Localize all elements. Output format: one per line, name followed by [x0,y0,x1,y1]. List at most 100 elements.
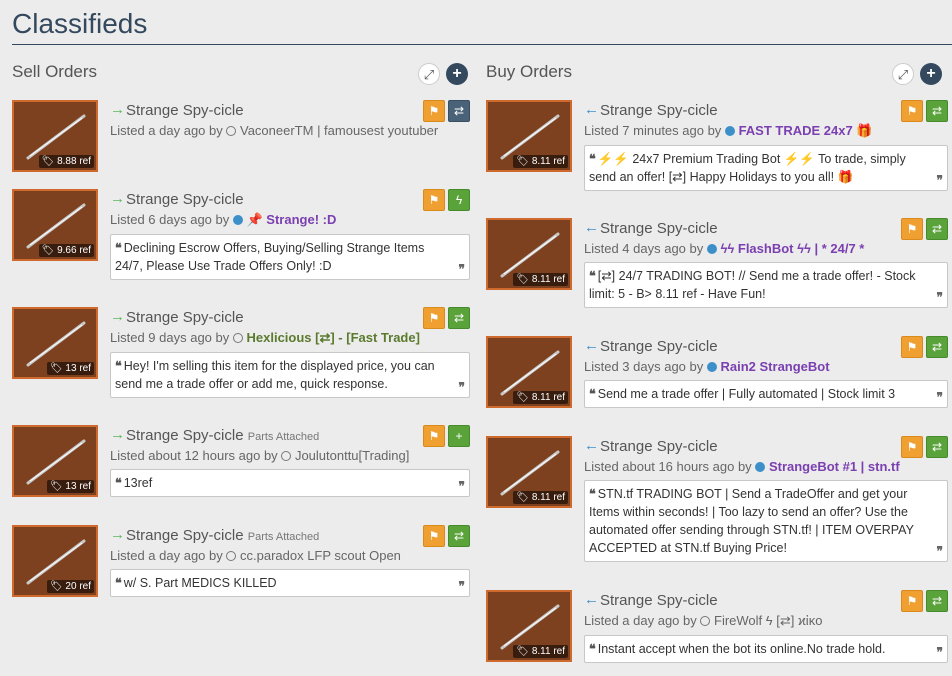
user-link[interactable]: StrangeBot #1 | stn.tf [769,459,900,474]
tag-icon: 🏷 [516,274,530,285]
item-thumbnail[interactable]: 🏷 8.11 ref [486,336,572,408]
price-value: 8.11 ref [531,274,565,285]
buy-arrow-icon: ← [584,437,599,454]
buy-arrow-icon: ← [584,591,599,608]
flag-icon[interactable]: ⚑ [423,100,445,122]
flag-icon[interactable]: ⚑ [901,436,923,458]
item-name[interactable]: Strange Spy-cicle [600,438,718,455]
details-text: ⚡⚡ 24x7 Premium Trading Bot ⚡⚡ To trade,… [589,152,906,184]
price-tag: 🏷 8.88 ref [38,155,94,168]
online-status-icon [706,362,717,372]
item-name[interactable]: Strange Spy-cicle [126,309,244,326]
listed-info: Listed 9 days ago by Hexlicious [⇄] - [F… [110,330,420,345]
price-value: 8.11 ref [531,392,565,403]
trade-button[interactable]: ⇄ [926,100,948,122]
trade-button[interactable]: ⇄ [926,436,948,458]
sell-orders-title: Sell Orders [12,62,98,81]
buy-listing: 🏷 8.11 ref ← Strange Spy-cicle ⚑ ⇄ Liste… [486,590,948,670]
item-thumbnail[interactable]: 🏷 13 ref [12,307,98,379]
details-text: 13ref [123,476,153,490]
trade-button[interactable]: ⇄ [926,590,948,612]
item-thumbnail[interactable]: 🏷 8.11 ref [486,590,572,662]
lightning-icon[interactable]: ϟ [448,189,470,211]
tag-icon: 🏷 [41,156,55,167]
tag-icon: 🏷 [49,581,63,592]
flag-icon[interactable]: ⚑ [901,218,923,240]
tag-icon: 🏷 [49,363,63,374]
listing-details: ❝ Declining Escrow Offers, Buying/Selling… [110,234,470,280]
sell-listing: 🏷 13 ref → Strange Spy-cicle ⚑ ⇄ Listed … [12,307,470,403]
user-link[interactable]: Hexlicious [⇄] - [Fast Trade] [247,330,420,345]
offline-status-icon [700,616,711,626]
listing-details: ❝ Send me a trade offer | Fully automated… [584,380,948,408]
add-buy-order-button[interactable]: + [920,63,942,85]
user-link[interactable]: cc.paradox LFP scout Open [240,548,401,563]
item-thumbnail[interactable]: 🏷 9.66 ref [12,189,98,261]
flag-icon[interactable]: ⚑ [423,307,445,329]
tag-icon: 🏷 [516,492,530,503]
user-link[interactable]: 📌 Strange! :D [247,212,337,227]
user-link[interactable]: Joulutonttu[Trading] [295,448,409,463]
expand-icon[interactable]: ⤢ [418,63,440,85]
item-name[interactable]: Strange Spy-cicle [600,592,718,609]
price-tag: 🏷 13 ref [46,362,94,375]
user-link[interactable]: FAST TRADE 24x7 🎁 [739,123,873,138]
item-name[interactable]: Strange Spy-cicle [126,191,244,208]
quote-close-icon: ❞ [936,390,943,404]
trade-button[interactable]: ⇄ [448,525,470,547]
user-link[interactable]: VaconeerTM | famousest youtuber [240,123,438,138]
trade-button[interactable]: ⇄ [448,307,470,329]
trade-button[interactable]: ⇄ [926,218,948,240]
details-text: Instant accept when the bot its online.N… [597,642,886,656]
price-value: 13 ref [65,363,91,374]
item-name[interactable]: Strange Spy-cicle [600,102,718,119]
buy-orders-column: Buy Orders ⤢ + 🏷 8.11 ref ← Strange Spy-… [486,60,948,663]
sell-listing: 🏷 9.66 ref → Strange Spy-cicle ⚑ ϟ Liste… [12,189,470,285]
quote-open-icon: ❝ [589,642,596,656]
listed-info: Listed about 16 hours ago by StrangeBot … [584,459,900,474]
item-thumbnail[interactable]: 🏷 8.11 ref [486,436,572,508]
flag-icon[interactable]: ⚑ [423,525,445,547]
trade-button[interactable]: ⇄ [926,336,948,358]
flag-icon[interactable]: ⚑ [423,425,445,447]
user-link[interactable]: Rain2 StrangeBot [721,359,830,374]
item-name[interactable]: Strange Spy-cicle [126,102,244,119]
flag-icon[interactable]: ⚑ [901,336,923,358]
quote-close-icon: ❞ [936,544,943,558]
item-thumbnail[interactable]: 🏷 8.11 ref [486,218,572,290]
item-name[interactable]: Strange Spy-cicle [600,338,718,355]
price-tag: 🏷 8.11 ref [513,491,568,504]
user-link[interactable]: FireWolf ϟ [⇄] ϰἰκo [714,613,822,628]
buy-listing: 🏷 8.11 ref ← Strange Spy-cicle ⚑ ⇄ Liste… [486,436,948,568]
item-name[interactable]: Strange Spy-cicle Parts Attached [126,427,319,444]
add-friend-button[interactable]: + [448,425,470,447]
trade-button[interactable]: ⇄ [448,100,470,122]
quote-open-icon: ❝ [589,152,596,166]
item-thumbnail[interactable]: 🏷 8.11 ref [486,100,572,172]
sell-listing: 🏷 13 ref → Strange Spy-cicle Parts Attac… [12,425,470,505]
offline-status-icon [281,451,292,461]
expand-icon[interactable]: ⤢ [892,63,914,85]
details-text: Send me a trade offer | Fully automated … [597,387,896,401]
item-thumbnail[interactable]: 🏷 13 ref [12,425,98,497]
item-name[interactable]: Strange Spy-cicle Parts Attached [126,527,319,544]
flag-icon[interactable]: ⚑ [901,100,923,122]
price-tag: 🏷 20 ref [46,580,94,593]
flag-icon[interactable]: ⚑ [901,590,923,612]
tag-icon: 🏷 [41,245,55,256]
sell-orders-column: Sell Orders ⤢ + 🏷 8.88 ref → Strange Spy… [12,60,470,597]
add-sell-order-button[interactable]: + [446,63,468,85]
item-thumbnail[interactable]: 🏷 8.88 ref [12,100,98,172]
item-thumbnail[interactable]: 🏷 20 ref [12,525,98,597]
price-value: 8.88 ref [57,156,91,167]
tag-icon: 🏷 [49,481,63,492]
item-name[interactable]: Strange Spy-cicle [600,220,718,237]
price-value: 8.11 ref [531,646,565,657]
price-tag: 🏷 13 ref [46,480,94,493]
user-link[interactable]: ϟϟ FlashBot ϟϟ | * 24/7 * [721,241,865,256]
online-status-icon [232,215,243,225]
listing-details: ❝ STN.tf TRADING BOT | Send a TradeOffer … [584,480,948,562]
sell-listing: 🏷 8.88 ref → Strange Spy-cicle ⚑ ⇄ Liste… [12,100,470,174]
price-tag: 🏷 9.66 ref [38,244,94,257]
flag-icon[interactable]: ⚑ [423,189,445,211]
